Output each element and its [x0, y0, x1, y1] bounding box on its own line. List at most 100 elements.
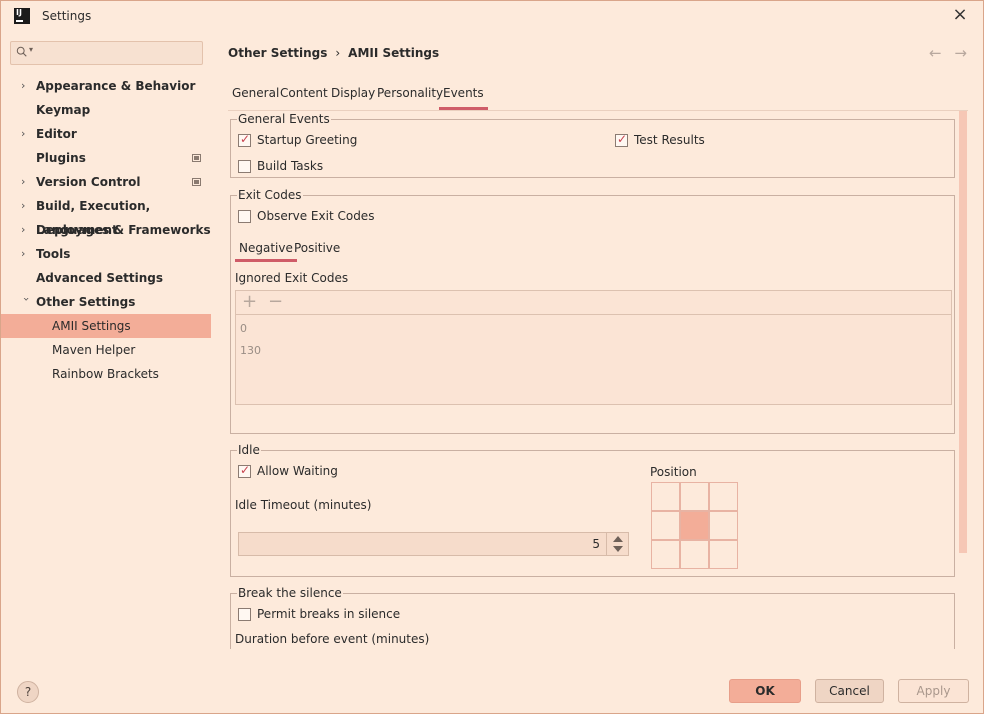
test-results-checkbox[interactable]: Test Results [615, 132, 705, 147]
group-title: Exit Codes [237, 188, 303, 202]
arrow-up-icon[interactable] [613, 536, 623, 542]
sidebar-item-appearance[interactable]: › Appearance & Behavior [1, 74, 211, 98]
search-dropdown-icon[interactable]: ▾ [29, 45, 33, 54]
chevron-right-icon[interactable]: › [21, 194, 31, 218]
subtab-negative[interactable]: Negative [235, 238, 297, 262]
group-title: Break the silence [237, 586, 343, 600]
sidebar-item-languages[interactable]: › Languages & Frameworks [1, 218, 211, 242]
close-icon[interactable]: × [951, 6, 969, 25]
tab-content[interactable]: Content [280, 82, 328, 110]
exit-codes-group: Exit Codes Observe Exit Codes Negative P… [230, 188, 955, 434]
intellij-logo-icon: IJ [14, 8, 30, 24]
sidebar-item-advanced[interactable]: Advanced Settings [1, 266, 211, 290]
position-top-center[interactable] [680, 482, 709, 511]
build-tasks-checkbox[interactable]: Build Tasks [238, 159, 323, 173]
ok-button[interactable]: OK [729, 679, 801, 703]
sidebar-item-maven-helper[interactable]: Maven Helper [1, 338, 211, 362]
settings-tree: › Appearance & Behavior Keymap › Editor … [1, 74, 211, 386]
search-icon [16, 46, 27, 57]
dialog-footer: ? OK Cancel Apply [1, 666, 983, 713]
observe-exit-codes-checkbox[interactable]: Observe Exit Codes [238, 209, 374, 223]
arrow-down-icon[interactable] [613, 546, 623, 552]
sidebar-item-label: Maven Helper [52, 343, 136, 357]
tab-personality[interactable]: Personality [377, 82, 443, 110]
position-top-left[interactable] [651, 482, 680, 511]
list-item[interactable]: 130 [240, 344, 261, 357]
search-input[interactable]: ▾ [10, 41, 203, 65]
sidebar-item-label: Editor [36, 127, 77, 141]
sidebar-item-tools[interactable]: › Tools [1, 242, 211, 266]
subtab-positive[interactable]: Positive [294, 238, 340, 262]
checkbox-label: Permit breaks in silence [257, 607, 401, 621]
spinner-value[interactable]: 5 [592, 537, 600, 551]
position-bottom-left[interactable] [651, 540, 680, 569]
forward-arrow-icon[interactable]: → [954, 44, 967, 62]
position-middle-left[interactable] [651, 511, 680, 540]
permit-breaks-checkbox[interactable]: Permit breaks in silence [238, 607, 400, 621]
settings-main-panel: Other Settings › AMII Settings ← → General… [211, 32, 983, 666]
chevron-down-icon[interactable]: › [14, 297, 38, 307]
position-center[interactable] [680, 511, 709, 540]
chevron-right-icon[interactable]: › [21, 242, 31, 266]
cancel-button[interactable]: Cancel [815, 679, 884, 703]
sidebar-item-build[interactable]: › Build, Execution, Deployment [1, 194, 211, 237]
checkbox-label: Test Results [634, 133, 705, 147]
position-bottom-center[interactable] [680, 540, 709, 569]
sidebar-item-keymap[interactable]: Keymap [1, 98, 211, 122]
settings-window: IJ Settings × ▾ › Appearance & Behavior … [0, 0, 984, 714]
break-silence-group: Break the silence Permit breaks in silen… [230, 586, 955, 649]
sidebar-item-editor[interactable]: › Editor [1, 122, 211, 146]
checkbox-box[interactable] [238, 463, 251, 478]
sidebar-item-version-control[interactable]: › Version Control [1, 170, 211, 194]
sidebar-item-amii-settings[interactable]: AMII Settings [1, 314, 211, 338]
sidebar-item-label: Languages & Frameworks [36, 223, 211, 237]
remove-icon[interactable]: − [268, 293, 283, 311]
startup-greeting-checkbox[interactable]: Startup Greeting [238, 132, 358, 147]
events-scroll-area: General Events Startup Greeting Test Res… [228, 111, 970, 649]
idle-timeout-spinner[interactable]: 5 [238, 532, 629, 556]
sidebar-item-label: Other Settings [36, 295, 136, 309]
add-icon[interactable]: + [242, 293, 257, 311]
breadcrumb-separator: › [335, 46, 341, 60]
settings-sidebar: ▾ › Appearance & Behavior Keymap › Edito… [1, 32, 211, 666]
tab-display[interactable]: Display [331, 82, 375, 110]
sidebar-item-label: Keymap [36, 103, 91, 117]
position-bottom-right[interactable] [709, 540, 738, 569]
allow-waiting-checkbox[interactable]: Allow Waiting [238, 463, 338, 478]
checkbox-label: Startup Greeting [257, 133, 358, 147]
chevron-right-icon[interactable]: › [21, 122, 31, 146]
position-top-right[interactable] [709, 482, 738, 511]
chevron-right-icon[interactable]: › [21, 218, 31, 242]
idle-group: Idle Allow Waiting Idle Timeout (minutes… [230, 443, 955, 577]
checkbox-box[interactable] [238, 607, 251, 621]
chevron-right-icon[interactable]: › [21, 170, 31, 194]
checkbox-box[interactable] [238, 209, 251, 223]
sidebar-item-label: Plugins [36, 151, 86, 165]
ignored-exit-codes-list[interactable]: + − 0 130 [235, 290, 952, 405]
apply-button[interactable]: Apply [898, 679, 969, 703]
ignored-exit-codes-label: Ignored Exit Codes [235, 271, 349, 285]
checkbox-label: Observe Exit Codes [257, 209, 375, 223]
list-item[interactable]: 0 [240, 322, 247, 335]
sidebar-item-plugins[interactable]: Plugins [1, 146, 211, 170]
checkbox-box[interactable] [238, 132, 251, 147]
project-settings-icon [192, 178, 201, 186]
history-nav: ← → [921, 44, 967, 62]
sidebar-item-rainbow-brackets[interactable]: Rainbow Brackets [1, 362, 211, 386]
sidebar-item-label: AMII Settings [52, 319, 131, 333]
breadcrumb-parent[interactable]: Other Settings [228, 46, 327, 60]
title-bar: IJ Settings × [1, 1, 983, 32]
checkbox-box[interactable] [615, 132, 628, 147]
help-icon[interactable]: ? [17, 681, 39, 703]
back-arrow-icon[interactable]: ← [929, 44, 942, 62]
vertical-scrollbar[interactable] [959, 111, 967, 553]
position-middle-right[interactable] [709, 511, 738, 540]
sidebar-item-other-settings[interactable]: › Other Settings [1, 290, 211, 314]
tab-events[interactable]: Events [439, 82, 488, 110]
checkbox-label: Allow Waiting [257, 464, 338, 478]
sidebar-item-label: Advanced Settings [36, 271, 164, 285]
chevron-right-icon[interactable]: › [21, 74, 31, 98]
checkbox-box[interactable] [238, 159, 251, 173]
sidebar-item-label: Version Control [36, 175, 141, 189]
tab-general[interactable]: General [232, 82, 279, 110]
